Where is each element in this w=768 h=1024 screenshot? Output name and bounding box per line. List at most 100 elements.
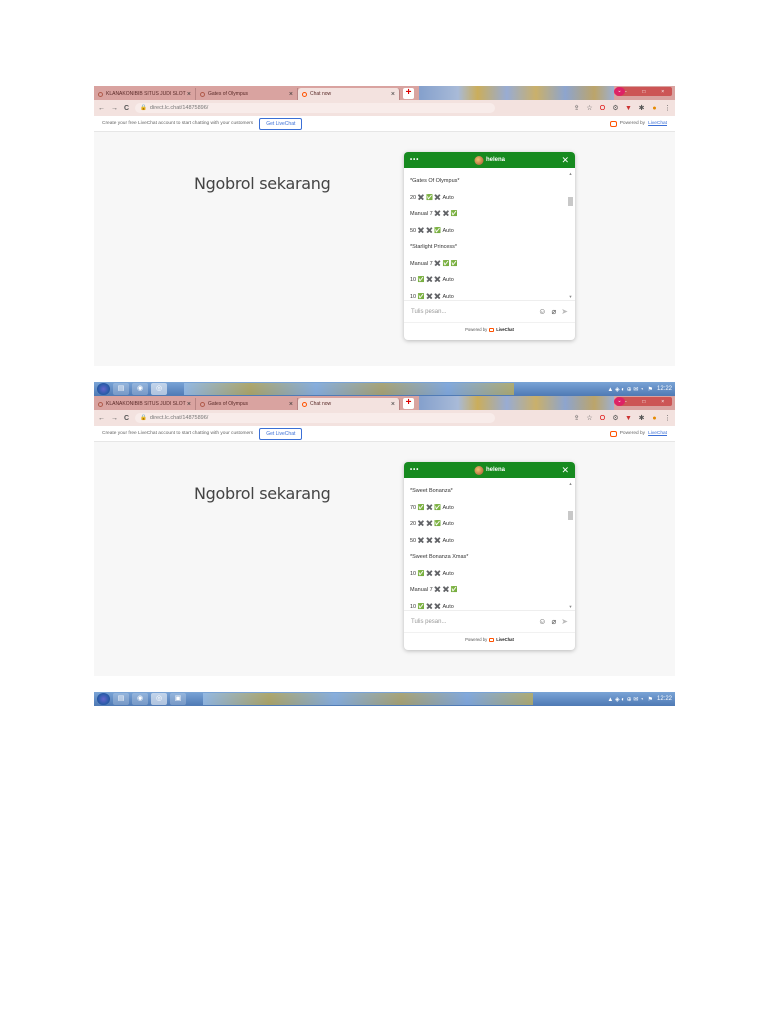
emoji-icon[interactable]: ☺: [538, 617, 546, 626]
footer-brand[interactable]: LiveChat: [496, 637, 514, 642]
get-livechat-button[interactable]: Get LiveChat: [259, 427, 303, 440]
taskbar-app-other[interactable]: ▣: [170, 693, 186, 705]
taskbar-app-explorer[interactable]: ▤: [113, 693, 129, 705]
powered-prefix: Powered by: [619, 431, 646, 436]
message: 10 ✅ ✖️ ✖️ Auto: [410, 570, 454, 577]
close-icon[interactable]: ✕: [561, 465, 569, 476]
forward-icon[interactable]: →: [111, 415, 118, 422]
opera-icon[interactable]: O: [599, 415, 606, 422]
clock[interactable]: 12:22: [657, 386, 672, 392]
tab-search-icon[interactable]: ⌄: [614, 87, 625, 96]
message: 10 ✅ ✖️ ✖️ Auto: [410, 277, 454, 284]
windows-start-icon[interactable]: [97, 383, 110, 395]
send-icon[interactable]: ➤: [561, 307, 568, 316]
tab-2[interactable]: Gates of Olympus ×: [196, 398, 298, 410]
livechat-promo-bar: Create your free LiveChat account to sta…: [94, 426, 675, 442]
tab-close-icon[interactable]: ×: [391, 91, 395, 98]
flag-icon[interactable]: ⚑: [648, 386, 653, 393]
new-tab-button[interactable]: +: [403, 88, 414, 99]
tab-2[interactable]: Gates of Olympus ×: [196, 88, 298, 100]
star-icon[interactable]: ☆: [586, 414, 593, 422]
message: Manual 7 ✖️ ✅ ✅: [410, 260, 458, 267]
menu-dots-icon[interactable]: ⋮: [664, 414, 671, 422]
message-input[interactable]: Tulis pesan...: [411, 619, 446, 625]
opera-icon[interactable]: O: [599, 105, 606, 112]
scrollbar[interactable]: ▲ ▼: [568, 171, 573, 299]
message: 10 ✅ ✖️ ✖️ Auto: [410, 603, 454, 610]
puzzle-icon[interactable]: ✱: [638, 104, 645, 112]
close-icon[interactable]: ✕: [561, 155, 569, 166]
message-input[interactable]: Tulis pesan...: [411, 309, 446, 315]
scroll-up-icon[interactable]: ▲: [568, 171, 573, 176]
back-icon[interactable]: ←: [98, 415, 105, 422]
puzzle-icon[interactable]: ✱: [638, 414, 645, 422]
tab-close-icon[interactable]: ×: [391, 401, 395, 408]
url-field[interactable]: 🔒 direct.lc.chat/14875896/: [135, 103, 496, 113]
window-controls[interactable]: ⌄ – □ ×: [614, 397, 672, 406]
send-icon[interactable]: ➤: [561, 617, 568, 626]
livechat-link[interactable]: LiveChat: [648, 431, 667, 436]
promo-text: Create your free LiveChat account to sta…: [102, 431, 254, 436]
scroll-down-icon[interactable]: ▼: [568, 604, 573, 609]
taskbar-app-chrome[interactable]: ◎: [151, 383, 167, 395]
tab-search-icon[interactable]: ⌄: [614, 397, 625, 406]
forward-icon[interactable]: →: [111, 105, 118, 112]
tab-1[interactable]: KLANAKONIBIB SITUS JUDI SLOT ×: [94, 88, 196, 100]
menu-dots-icon[interactable]: ⋮: [664, 104, 671, 112]
extension-icon[interactable]: ⚙: [612, 104, 619, 112]
system-tray: ▲ ◈ ◐ ⊕ ✉ ◔ ⚑ 12:22: [607, 386, 672, 393]
taskbar-app-media[interactable]: ◉: [132, 383, 148, 395]
share-icon[interactable]: ⇪: [573, 104, 580, 112]
flag-icon[interactable]: ⚑: [648, 696, 653, 703]
tab-close-icon[interactable]: ×: [187, 91, 191, 98]
menu-dots-icon[interactable]: •••: [410, 467, 419, 473]
reload-icon[interactable]: C: [124, 105, 129, 112]
window-controls[interactable]: ⌄ – □ ×: [614, 87, 672, 96]
agent-name: helena: [485, 157, 506, 163]
taskbar-app-media[interactable]: ◉: [132, 693, 148, 705]
tab-close-icon[interactable]: ×: [289, 91, 293, 98]
scroll-thumb[interactable]: [568, 511, 573, 520]
new-tab-button[interactable]: +: [403, 398, 414, 409]
profile-icon[interactable]: ●: [651, 415, 658, 422]
footer-brand[interactable]: LiveChat: [496, 327, 514, 332]
profile-icon[interactable]: ●: [651, 105, 658, 112]
pocket-icon[interactable]: ▼: [625, 415, 632, 422]
pocket-icon[interactable]: ▼: [625, 105, 632, 112]
tray-icons[interactable]: ▲ ◈ ◐ ⊕ ✉ ◔: [607, 386, 643, 393]
message: 50 ✖️ ✖️ ✅ Auto: [410, 227, 454, 234]
message: 20 ✖️ ✖️ ✅ Auto: [410, 521, 454, 528]
scroll-down-icon[interactable]: ▼: [568, 294, 573, 299]
tab-3-active[interactable]: Chat now ×: [298, 398, 400, 410]
extension-icon[interactable]: ⚙: [612, 414, 619, 422]
reload-icon[interactable]: C: [124, 415, 129, 422]
clock[interactable]: 12:22: [657, 696, 672, 702]
tab-3-active[interactable]: Chat now ×: [298, 88, 400, 100]
lock-icon: 🔒: [140, 105, 147, 111]
page-title: Ngobrol sekarang: [194, 174, 331, 193]
back-icon[interactable]: ←: [98, 105, 105, 112]
emoji-icon[interactable]: ☺: [538, 307, 546, 316]
input-actions: ☺ ⌀ ➤: [538, 617, 568, 626]
livechat-icon: [302, 91, 307, 97]
taskbar-app-chrome[interactable]: ◎: [151, 693, 167, 705]
tray-icons[interactable]: ▲ ◈ ◐ ⊕ ✉ ◔: [607, 696, 643, 703]
scroll-up-icon[interactable]: ▲: [568, 481, 573, 486]
get-livechat-button[interactable]: Get LiveChat: [259, 117, 303, 130]
taskbar-app-explorer[interactable]: ▤: [113, 383, 129, 395]
share-icon[interactable]: ⇪: [573, 414, 580, 422]
menu-dots-icon[interactable]: •••: [410, 157, 419, 163]
scrollbar[interactable]: ▲ ▼: [568, 481, 573, 609]
attach-icon[interactable]: ⌀: [551, 307, 556, 316]
tab-close-icon[interactable]: ×: [289, 401, 293, 408]
tab-close-icon[interactable]: ×: [187, 401, 191, 408]
livechat-promo-bar: Create your free LiveChat account to sta…: [94, 116, 675, 132]
tab-1[interactable]: KLANAKONIBIB SITUS JUDI SLOT ×: [94, 398, 196, 410]
windows-start-icon[interactable]: [97, 693, 110, 705]
livechat-icon: [302, 401, 307, 407]
livechat-link[interactable]: LiveChat: [648, 121, 667, 126]
url-field[interactable]: 🔒 direct.lc.chat/14875896/: [135, 413, 496, 423]
scroll-thumb[interactable]: [568, 197, 573, 206]
attach-icon[interactable]: ⌀: [551, 617, 556, 626]
star-icon[interactable]: ☆: [586, 104, 593, 112]
